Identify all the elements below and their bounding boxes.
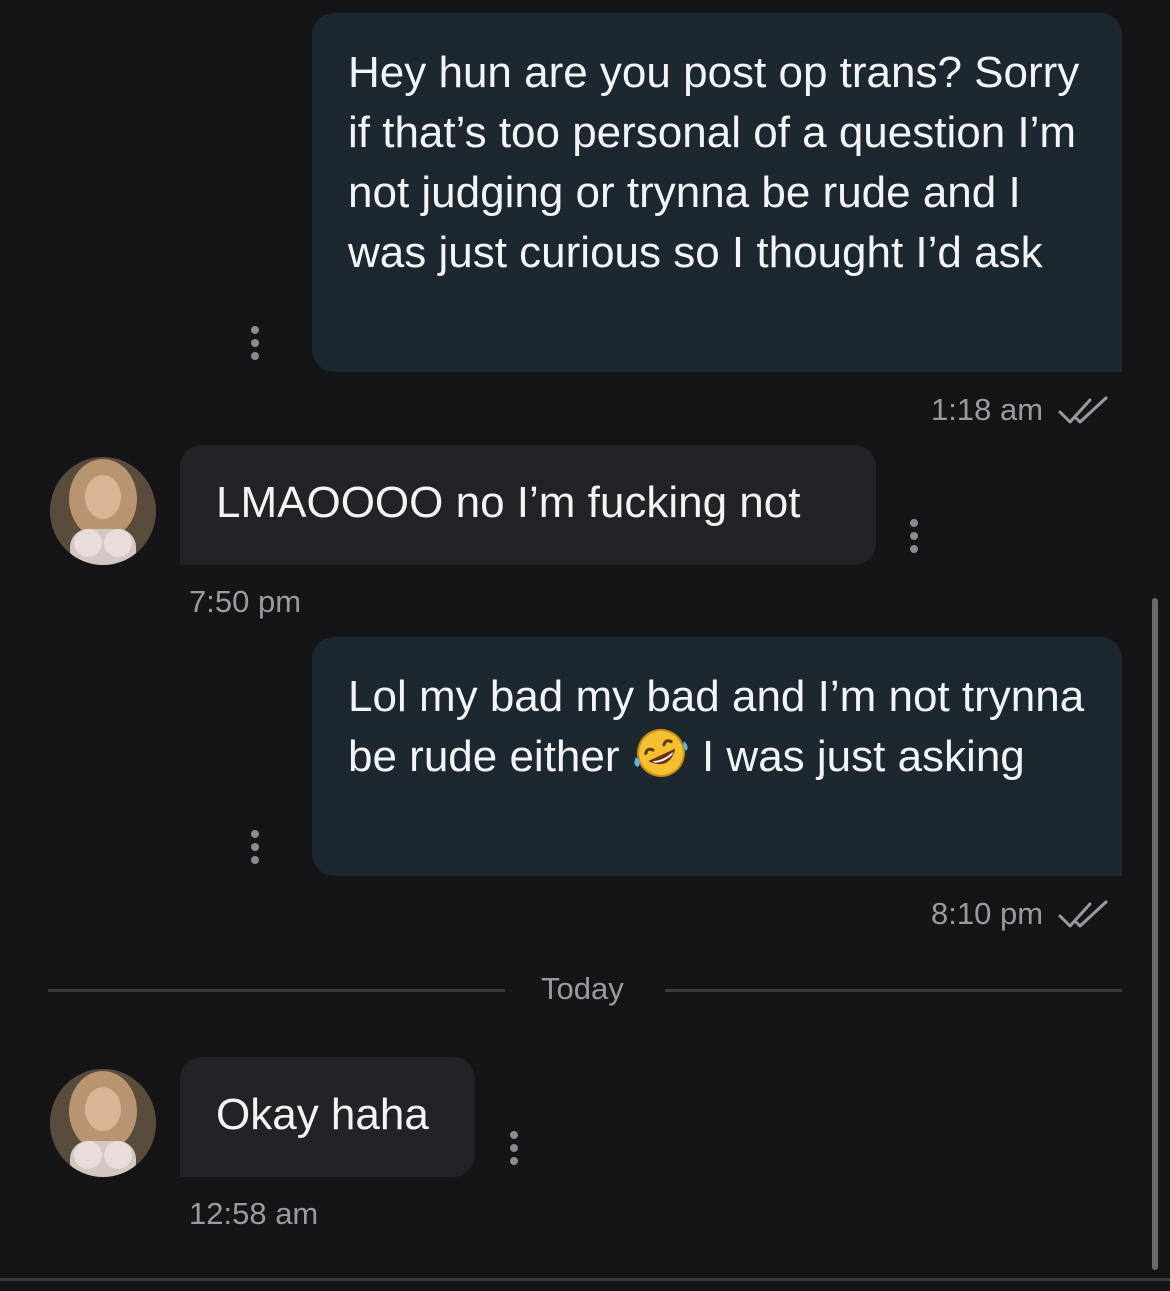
message-options-icon[interactable] [249, 326, 261, 360]
outgoing-message-bubble[interactable]: Hey hun are you post op trans? Sorry if … [312, 13, 1122, 372]
date-divider-line-right [665, 989, 1122, 992]
rolling-on-the-floor-laughing-emoji [634, 729, 688, 777]
message-timestamp: 1:18 am [931, 392, 1044, 427]
message-text: Hey hun are you post op trans? Sorry if … [348, 48, 1080, 277]
double-check-icon [1058, 396, 1108, 424]
contact-avatar[interactable] [50, 1069, 156, 1177]
double-check-icon [1058, 900, 1108, 928]
incoming-message-bubble[interactable]: Okay haha [180, 1057, 475, 1177]
message-options-icon[interactable] [908, 519, 920, 553]
message-text: LMAOOOO no I’m fucking not [216, 478, 801, 527]
scrollbar[interactable] [1152, 598, 1158, 1270]
date-divider-label: Today [541, 971, 624, 1006]
message-timestamp: 7:50 pm [189, 584, 302, 619]
message-timestamp: 12:58 am [189, 1196, 319, 1231]
composer-divider [0, 1278, 1170, 1281]
chat-screen: Hey hun are you post op trans? Sorry if … [0, 0, 1170, 1291]
message-timestamp: 8:10 pm [931, 896, 1044, 931]
date-divider-line-left [48, 989, 505, 992]
outgoing-message-bubble[interactable]: Lol my bad my bad and I’m not trynna be … [312, 637, 1122, 876]
message-text-continued: I was just asking [689, 732, 1025, 781]
contact-avatar[interactable] [50, 457, 156, 565]
message-text: Okay haha [216, 1090, 429, 1139]
incoming-message-bubble[interactable]: LMAOOOO no I’m fucking not [180, 445, 876, 565]
message-options-icon[interactable] [249, 830, 261, 864]
message-options-icon[interactable] [508, 1131, 520, 1165]
